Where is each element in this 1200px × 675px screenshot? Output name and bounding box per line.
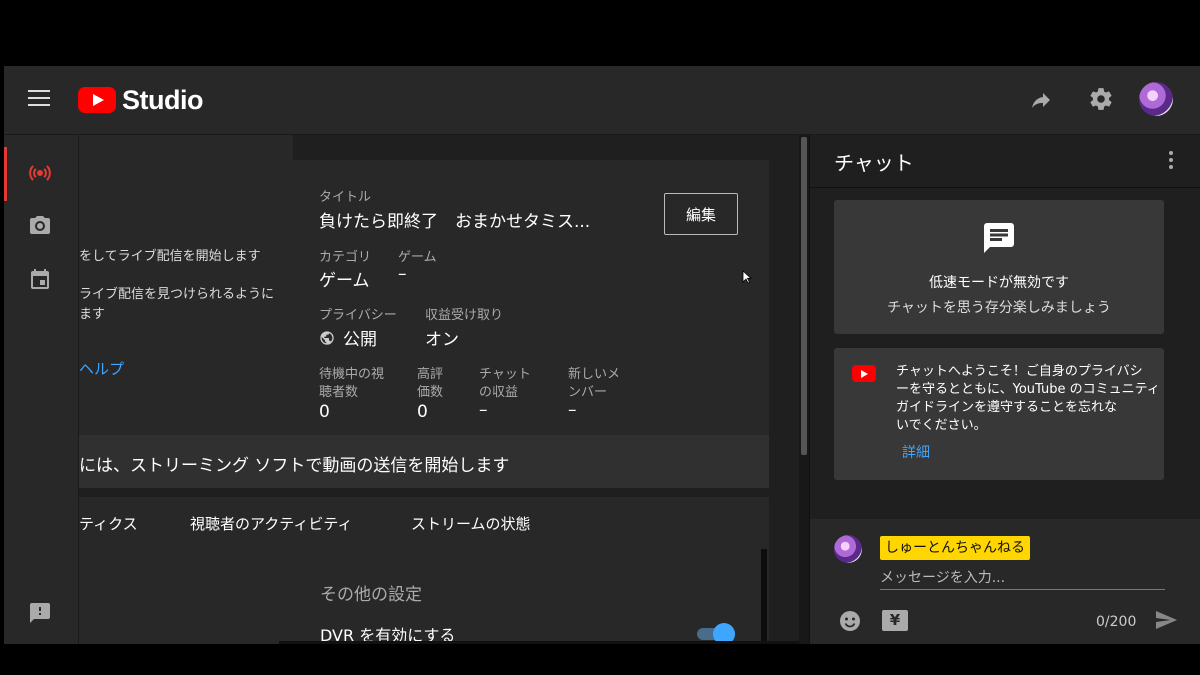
emoji-icon[interactable] <box>838 609 862 633</box>
privacy-label: プライバシー <box>319 308 397 323</box>
camera-icon <box>30 216 50 234</box>
slow-mode-subtitle: チャットを思う存分楽しみましょう <box>887 300 1111 316</box>
youtube-icon <box>852 365 876 382</box>
user-name-chip: しゅーとんちゃんねる <box>880 536 1030 560</box>
details-link[interactable]: 詳細 <box>902 442 930 462</box>
main-scrollbar[interactable] <box>799 135 809 644</box>
category-label: カテゴリ <box>319 250 372 265</box>
welcome-line-2: ーを守るとともに、YouTube のコミュニティ <box>896 382 1160 397</box>
welcome-line-3: ガイドラインを遵守することを忘れな <box>896 400 1118 415</box>
live-broadcast-icon <box>29 165 51 181</box>
chat-header: チャット <box>810 135 1200 188</box>
logo-text: Studio <box>122 84 203 115</box>
monetization-value: オン <box>425 330 459 350</box>
streaming-software-banner: には、ストリーミング ソフトで動画の送信を開始します <box>79 435 769 488</box>
feedback-icon <box>30 603 50 623</box>
send-icon[interactable] <box>1153 608 1179 632</box>
account-avatar[interactable] <box>1139 82 1173 116</box>
likes-label-1: 高評 <box>417 367 444 382</box>
chat-input-area: しゅーとんちゃんねる ¥ 0/200 <box>810 519 1200 644</box>
youtube-logo-icon <box>78 87 116 113</box>
tab-viewer-activity[interactable]: 視聴者のアクティビティ <box>190 513 352 534</box>
tab-analytics[interactable]: ティクス <box>79 513 138 534</box>
analytics-tabs-card: ティクス 視聴者のアクティビティ ストリームの状態 その他の設定 DVR を有効… <box>79 497 769 644</box>
title-label: タイトル <box>319 190 372 205</box>
waiting-viewers-value: 0 <box>319 402 330 422</box>
other-settings-title: その他の設定 <box>320 585 422 605</box>
likes-value: 0 <box>417 402 428 422</box>
studio-logo[interactable]: Studio <box>78 84 203 116</box>
hamburger-icon[interactable] <box>28 90 50 108</box>
studio-window: Studio をしてライブ配信を開始します ライブ配信を見つけられるように ます… <box>4 66 1200 644</box>
new-members-label-2: ンバー <box>568 385 608 400</box>
rail-item-live[interactable] <box>4 147 81 201</box>
dvr-toggle[interactable] <box>693 623 735 644</box>
chat-panel: チャット 低速モードが無効です チャットを思う存分楽しみましょう チャットへよう… <box>809 135 1200 644</box>
rail-item-schedule[interactable] <box>4 253 78 307</box>
privacy-value: 公開 <box>343 330 377 350</box>
chat-revenue-label-2: の収益 <box>479 385 519 400</box>
super-chat-yen-icon[interactable]: ¥ <box>882 610 908 631</box>
monetization-label: 収益受け取り <box>425 308 504 323</box>
help-link[interactable]: ヘルプ <box>79 358 124 379</box>
rail-item-feedback[interactable] <box>4 587 78 641</box>
streaming-software-text: には、ストリーミング ソフトで動画の送信を開始します <box>79 456 510 476</box>
waiting-viewers-label-2: 聴者数 <box>319 385 359 400</box>
settings-scrollbar[interactable] <box>761 549 767 644</box>
calendar-icon <box>31 269 49 289</box>
instruction-line-1: をしてライブ配信を開始します <box>79 249 261 264</box>
edit-button[interactable]: 編集 <box>664 193 738 235</box>
gear-icon[interactable] <box>1088 86 1114 112</box>
left-rail <box>4 135 79 644</box>
likes-label-2: 価数 <box>417 385 444 400</box>
instruction-line-3: ます <box>79 307 106 322</box>
welcome-line-1: チャットへようこそ！ご自身のプライバシ <box>896 364 1143 379</box>
user-avatar <box>834 535 862 563</box>
slow-mode-card: 低速モードが無効です チャットを思う存分楽しみましょう <box>834 200 1164 334</box>
more-options-icon[interactable] <box>1168 151 1174 171</box>
slow-mode-title: 低速モードが無効です <box>929 275 1069 291</box>
welcome-card: チャットへようこそ！ご自身のプライバシ ーを守るとともに、YouTube のコミ… <box>834 348 1164 480</box>
setup-instructions-card: をしてライブ配信を開始します ライブ配信を見つけられるように ます ヘルプ <box>79 135 293 435</box>
top-bar: Studio <box>4 66 1200 135</box>
chat-title: チャット <box>834 151 914 175</box>
share-arrow-icon[interactable] <box>1028 88 1054 112</box>
chat-revenue-value: – <box>479 400 488 420</box>
message-input[interactable] <box>880 567 1165 590</box>
category-value: ゲーム <box>319 271 370 291</box>
chat-revenue-label-1: チャット <box>479 367 531 382</box>
waiting-viewers-label-1: 待機中の視 <box>319 367 385 382</box>
char-counter: 0/200 <box>1096 614 1137 630</box>
tab-stream-health[interactable]: ストリームの状態 <box>411 513 531 534</box>
welcome-line-4: いでください。 <box>896 418 987 433</box>
main-content: をしてライブ配信を開始します ライブ配信を見つけられるように ます ヘルプ タイ… <box>79 135 799 644</box>
horizontal-scrollbar[interactable] <box>279 641 799 644</box>
stream-title: 負けたら即終了 おまかせタミス... <box>319 212 591 232</box>
globe-icon <box>320 331 334 345</box>
chat-message-icon <box>984 223 1014 253</box>
new-members-label-1: 新しいメ <box>568 367 621 382</box>
mouse-cursor-icon <box>742 270 752 284</box>
instruction-line-2: ライブ配信を見つけられるように <box>79 287 275 302</box>
game-value: – <box>398 264 407 284</box>
rail-item-camera[interactable] <box>4 199 78 253</box>
game-label: ゲーム <box>398 250 437 265</box>
new-members-value: – <box>568 400 577 420</box>
